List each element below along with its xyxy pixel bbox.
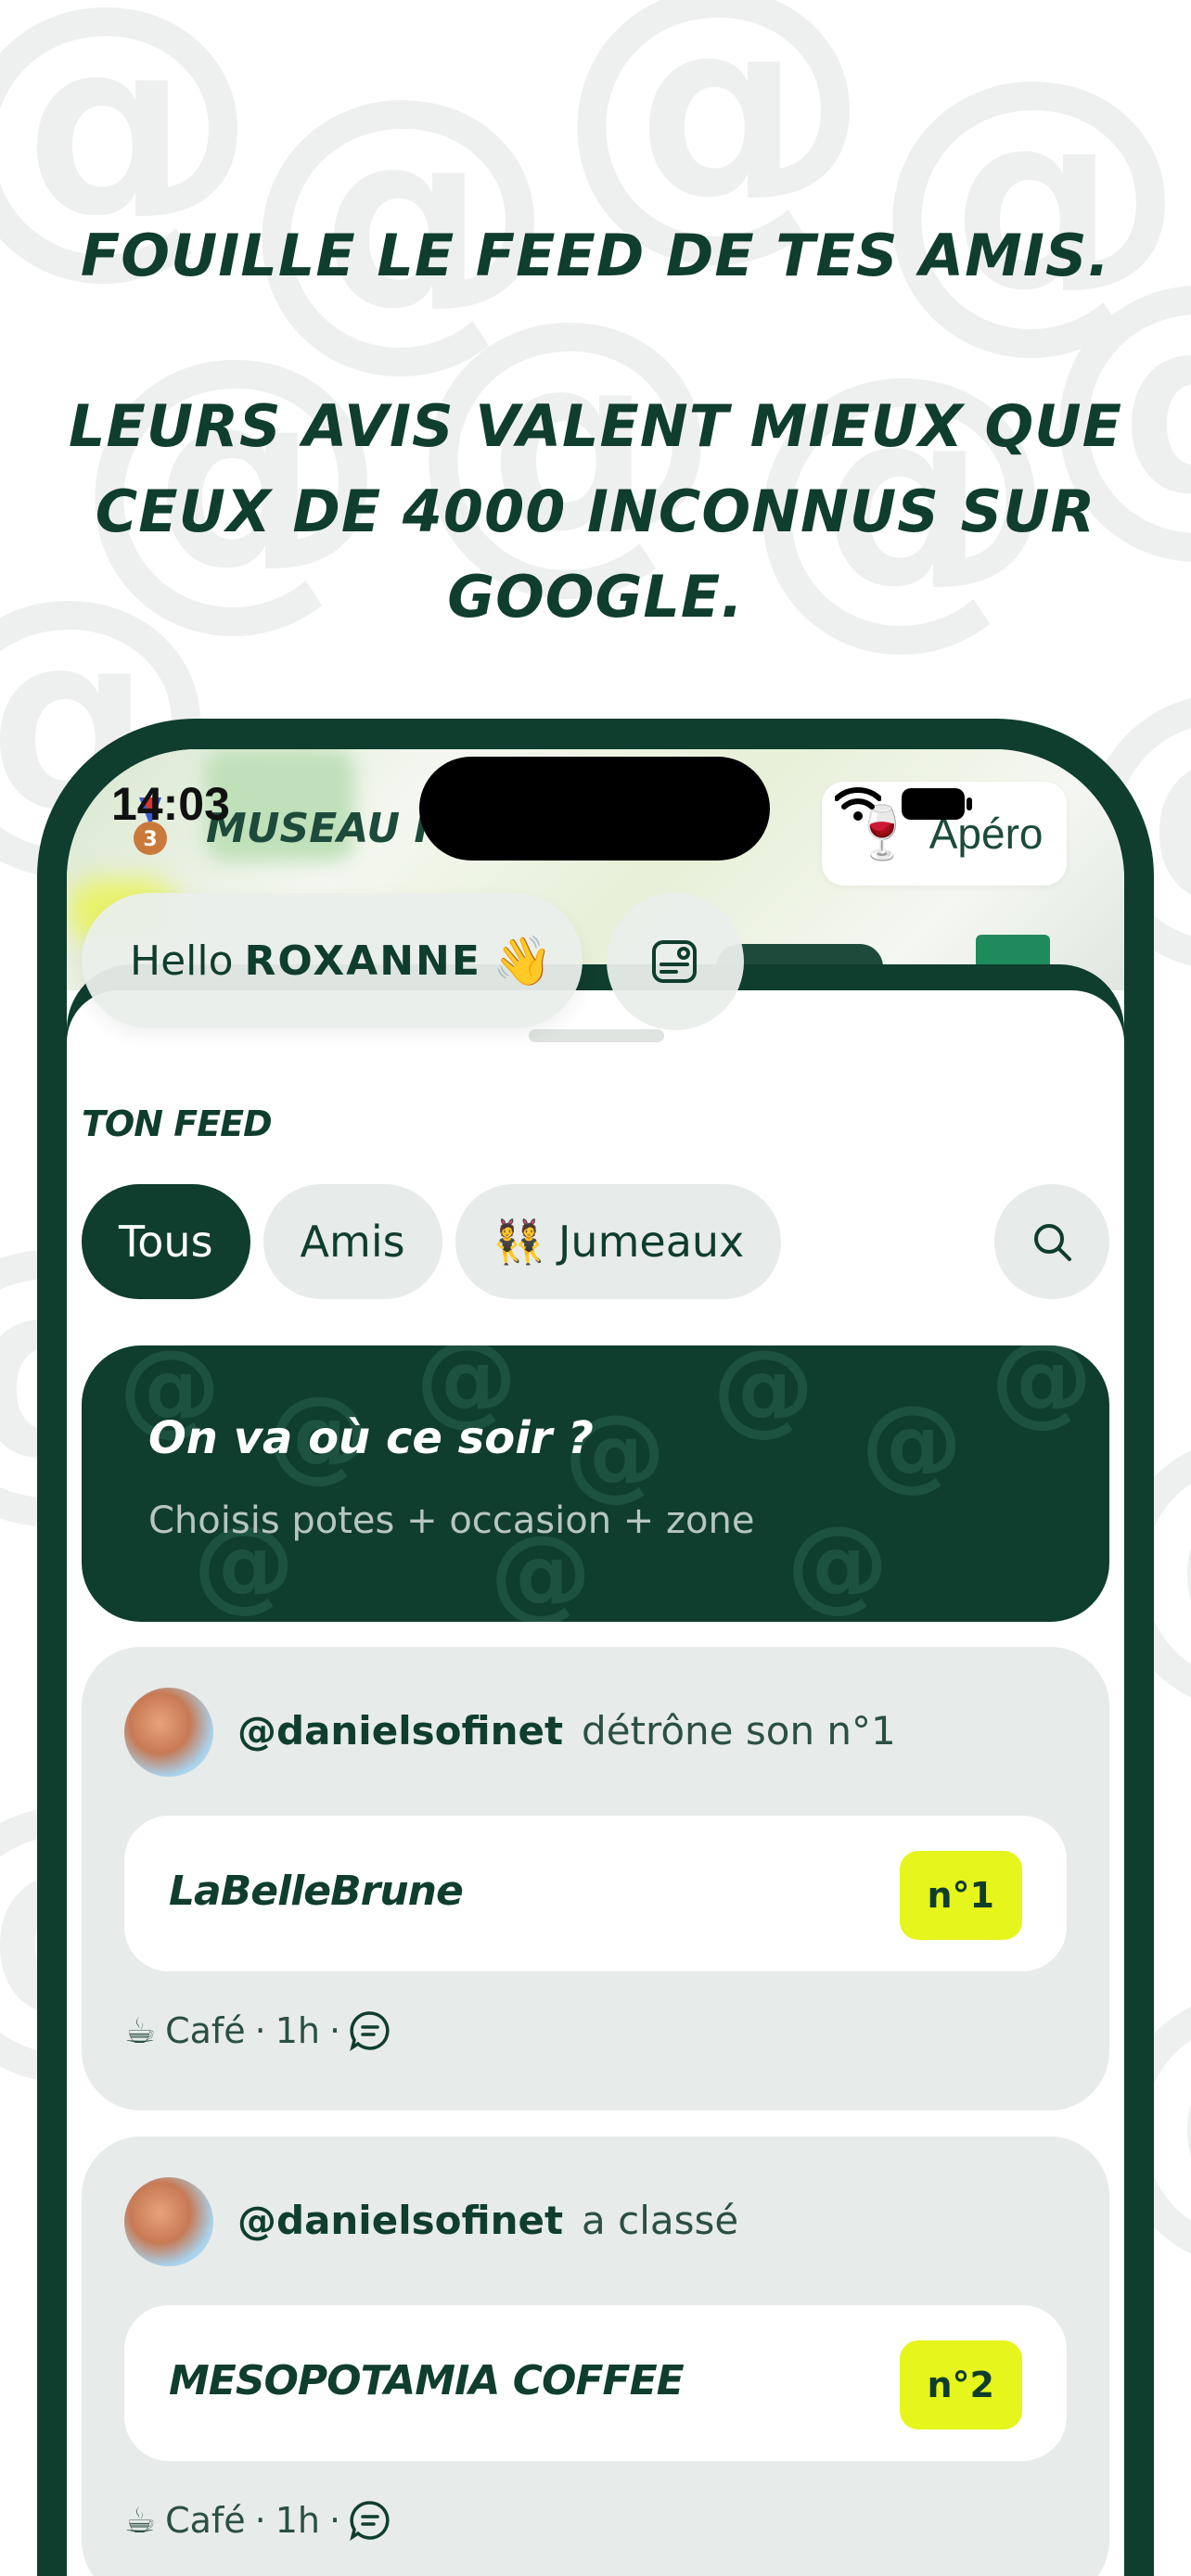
venue-card[interactable]: LaBelleBrune n°1 [124,1816,1067,1971]
username[interactable]: @danielsofinet [237,1708,563,1753]
search-button[interactable] [994,1184,1109,1299]
wifi-icon [835,787,881,821]
status-icons [835,786,974,822]
venue-name: LaBelleBrune [169,1868,464,1915]
tonight-planner-card[interactable]: @ @ @ @ @ @ @ @ @ @ On va où ce soir ? C… [82,1345,1109,1622]
marketing-headline: FOUILLE LE FEED DE TES AMIS. LEURS AVIS … [0,213,1191,640]
headline-line-4: GOOGLE. [447,563,744,631]
feed-item-user[interactable]: @danielsofinet a classé [237,2198,738,2243]
category-label: Café [165,2500,246,2541]
avatar[interactable] [124,1688,213,1777]
status-time: 14:03 [111,778,230,830]
battery-icon [902,788,972,820]
greeting-hello: Hello [130,937,234,985]
feed-item-action: détrône son n°1 [582,1708,896,1753]
profile-card-icon [652,940,697,983]
username[interactable]: @danielsofinet [237,2198,563,2243]
tab-label: Tous [119,1217,213,1267]
search-icon [1034,1224,1071,1261]
sheet-grabber[interactable] [529,1029,664,1042]
time-label: 1h [275,2500,321,2541]
avatar[interactable] [124,2177,213,2266]
tab-label: Amis [300,1217,405,1267]
cta-subtitle: Choisis potes + occasion + zone [148,1499,755,1542]
dynamic-island [419,757,770,861]
greeting-pill: Hello ROXANNE 👋 [82,893,583,1028]
tab-amis[interactable]: Amis [263,1184,442,1299]
feed-item-action: a classé [582,2198,739,2243]
comment-icon[interactable] [350,2010,391,2051]
feed-item[interactable]: @danielsofinet détrône son n°1 LaBelleBru… [82,1647,1109,2111]
time-label: 1h [275,2010,321,2051]
coffee-icon: ☕ [124,2010,157,2051]
tab-jumeaux[interactable]: 👯 Jumeaux [455,1184,782,1299]
feed-item[interactable]: @danielsofinet a classé MESOPOTAMIA COFFE… [82,2136,1109,2576]
category-label: Café [165,2010,246,2051]
feed-tabs: Tous Amis 👯 Jumeaux [82,1184,782,1299]
comment-icon[interactable] [350,2500,391,2541]
waving-hand-icon: 👋 [492,933,553,989]
venue-name: MESOPOTAMIA COFFEE [169,2357,685,2404]
tab-label: Jumeaux [557,1217,745,1267]
profile-button[interactable] [607,893,744,1030]
rank-badge: n°1 [899,1851,1022,1940]
venue-title: MUSEAU M [206,805,447,852]
twins-icon: 👯 [492,1216,545,1267]
rank-badge: n°2 [899,2340,1022,2429]
feed-section-title: TON FEED [82,1103,273,1144]
headline-line-2: LEURS AVIS VALENT MIEUX QUE [69,392,1122,460]
cta-title: On va où ce soir ? [148,1412,594,1464]
tab-tous[interactable]: Tous [82,1184,250,1299]
headline-line-3: CEUX DE 4000 INCONNUS SUR [95,478,1096,545]
coffee-icon: ☕ [124,2500,157,2541]
greeting-name: ROXANNE [244,937,481,985]
venue-card[interactable]: MESOPOTAMIA COFFEE n°2 [124,2305,1067,2461]
feed-item-user[interactable]: @danielsofinet détrône son n°1 [237,1708,896,1753]
svg-text:3: 3 [143,828,157,851]
feed-item-meta: ☕ Café · 1h · [124,2010,391,2051]
headline-line-1: FOUILLE LE FEED DE TES AMIS. [80,222,1111,289]
feed-item-meta: ☕ Café · 1h · [124,2500,391,2541]
